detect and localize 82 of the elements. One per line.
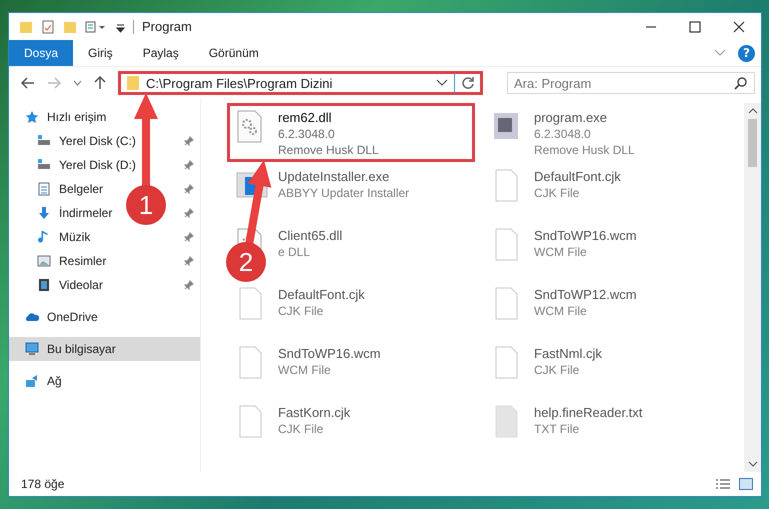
address-bar[interactable]: C:\Program Files\Program Dizini (118, 71, 483, 95)
film-icon (37, 278, 51, 292)
music-note-icon (37, 230, 51, 244)
file-name: UpdateInstaller.exe (278, 169, 390, 185)
picture-icon (37, 254, 51, 268)
down-arrow-icon (37, 206, 51, 220)
nav-item[interactable]: Hızlı erişim (47, 110, 194, 124)
file-name: SndToWP16.wcm (278, 346, 381, 362)
help-button[interactable]: ? (738, 44, 755, 62)
nav-item[interactable]: Ağ (47, 374, 194, 388)
details-view-icon[interactable] (715, 478, 731, 490)
file-detail: CJK File (278, 421, 324, 437)
scroll-down-icon[interactable] (748, 460, 758, 468)
recent-dropdown-icon[interactable] (73, 80, 82, 86)
file-detail: ABBYY Updater Installer (278, 185, 410, 201)
pin-icon[interactable] (184, 136, 194, 146)
window-title: Program (142, 19, 193, 34)
ribbon-tab[interactable]: Paylaş (128, 40, 194, 66)
monitor-icon (25, 342, 39, 356)
ribbon-tab[interactable]: Giriş (73, 40, 128, 66)
drive-icon (37, 134, 51, 148)
file-name: FastNml.cjk (534, 346, 602, 362)
item-count: 178 öğe (21, 477, 64, 491)
file-name: program.exe (534, 110, 608, 126)
chevron-down-icon[interactable] (436, 79, 448, 87)
file-detail: CJK File (534, 362, 580, 378)
file-name: rem62.dll (278, 110, 332, 126)
step-number: 2 (238, 247, 254, 277)
nav-item[interactable]: Yerel Disk (C:) (59, 134, 176, 148)
pin-icon[interactable] (184, 256, 194, 266)
scrollbar-thumb[interactable] (748, 119, 757, 167)
file-detail: WCM File (534, 244, 588, 260)
file-detail: 6.2.3048.0 (278, 126, 336, 142)
file-detail: Remove Husk DLL (534, 142, 635, 158)
document-icon (37, 182, 51, 196)
file-detail: WCM File (534, 303, 588, 319)
ribbon-tab[interactable]: Görünüm (194, 40, 274, 66)
large-icons-view-icon[interactable] (739, 478, 753, 490)
file-name: Client65.dll (278, 228, 342, 244)
file-detail: e DLL (278, 244, 312, 260)
scrollbar[interactable] (744, 103, 761, 472)
pin-icon[interactable] (184, 160, 194, 170)
star-icon (25, 110, 39, 124)
network-icon (25, 374, 39, 388)
nav-item[interactable]: Yerel Disk (D:) (59, 158, 176, 172)
file-detail: CJK File (534, 185, 580, 201)
file-detail: WCM File (278, 362, 332, 378)
file-detail: 6.2.3048.0 (534, 126, 592, 142)
back-arrow-icon[interactable] (21, 77, 35, 89)
file-name: DefaultFont.cjk (534, 169, 621, 185)
file-detail: TXT File (534, 421, 580, 437)
file-name: SndToWP16.wcm (534, 228, 637, 244)
close-icon[interactable] (733, 20, 745, 32)
file-name: FastKorn.cjk (278, 405, 350, 421)
nav-item[interactable]: OneDrive (47, 310, 194, 324)
up-arrow-icon[interactable] (94, 76, 106, 90)
file-name: help.fineReader.txt (534, 405, 642, 421)
file-name: DefaultFont.cjk (278, 287, 365, 303)
nav-item[interactable]: Müzik (59, 230, 176, 244)
file-detail: CJK File (278, 303, 324, 319)
nav-item[interactable]: Videolar (59, 278, 176, 292)
properties-icon[interactable] (85, 20, 107, 34)
scroll-up-icon[interactable] (748, 107, 758, 115)
file-name: SndToWP12.wcm (534, 287, 637, 303)
refresh-icon[interactable] (461, 76, 475, 90)
folder-icon (126, 75, 140, 91)
step-badge (126, 185, 166, 225)
search-icon (734, 76, 748, 90)
checklist-icon[interactable] (41, 20, 55, 34)
pin-icon[interactable] (184, 184, 194, 194)
selected-row[interactable]: Bu bilgisayar (9, 337, 200, 361)
nav-item[interactable]: Resimler (59, 254, 176, 268)
maximize-icon[interactable] (689, 20, 701, 32)
drive-icon (37, 158, 51, 172)
pin-icon[interactable] (184, 208, 194, 218)
pin-icon[interactable] (184, 232, 194, 242)
search-field[interactable]: Ara: Program (507, 72, 755, 94)
ribbon-tab[interactable]: Dosya (9, 40, 74, 66)
file-detail: Remove Husk DLL (278, 142, 379, 158)
nav-item[interactable]: Bu bilgisayar (47, 342, 194, 356)
pin-icon[interactable] (184, 280, 194, 290)
step-badge (226, 242, 266, 282)
